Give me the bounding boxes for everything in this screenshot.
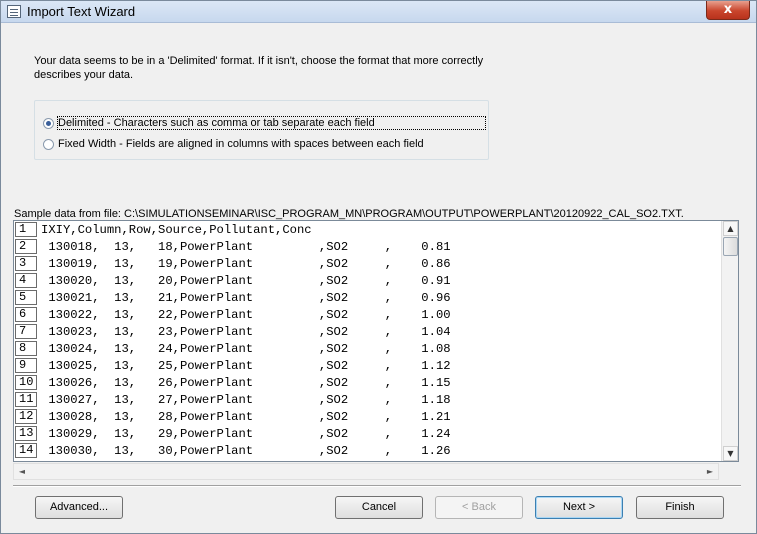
row-text: 130020, 13, 20,PowerPlant ,SO2 , 0.91 xyxy=(41,273,451,288)
row-number: 7 xyxy=(15,324,37,339)
row-number: 2 xyxy=(15,239,37,254)
preview-rows: 1 IXIY,Column,Row,Source,Pollutant,Conc 2… xyxy=(14,221,720,459)
fixed-width-label[interactable]: Fixed Width - Fields are aligned in colu… xyxy=(58,138,424,150)
scroll-up-icon[interactable]: ▲ xyxy=(723,221,738,236)
row-number: 3 xyxy=(15,256,37,271)
sample-data-label: Sample data from file: C:\SIMULATIONSEMI… xyxy=(14,208,684,220)
preview-row: 10 130026, 13, 26,PowerPlant ,SO2 , 1.15 xyxy=(14,374,720,391)
close-button[interactable]: x xyxy=(706,1,750,20)
row-text: 130027, 13, 27,PowerPlant ,SO2 , 1.18 xyxy=(41,392,451,407)
import-text-wizard-window: Import Text Wizard x Your data seems to … xyxy=(0,0,757,534)
preview-row: 6 130022, 13, 22,PowerPlant ,SO2 , 1.00 xyxy=(14,306,720,323)
preview-row: 7 130023, 13, 23,PowerPlant ,SO2 , 1.04 xyxy=(14,323,720,340)
row-text: 130024, 13, 24,PowerPlant ,SO2 , 1.08 xyxy=(41,341,451,356)
preview-row: 9 130025, 13, 25,PowerPlant ,SO2 , 1.12 xyxy=(14,357,720,374)
row-number: 5 xyxy=(15,290,37,305)
row-number: 13 xyxy=(15,426,37,441)
preview-row: 5 130021, 13, 21,PowerPlant ,SO2 , 0.96 xyxy=(14,289,720,306)
vertical-scrollbar[interactable]: ▲ ▼ xyxy=(721,221,738,461)
scroll-left-icon[interactable]: ◄ xyxy=(15,465,29,478)
app-icon xyxy=(7,5,21,18)
row-text: IXIY,Column,Row,Source,Pollutant,Conc xyxy=(41,222,312,237)
row-text: 130025, 13, 25,PowerPlant ,SO2 , 1.12 xyxy=(41,358,451,373)
title-bar[interactable]: Import Text Wizard x xyxy=(1,1,756,23)
preview-row: 12 130028, 13, 28,PowerPlant ,SO2 , 1.21 xyxy=(14,408,720,425)
preview-row: 2 130018, 13, 18,PowerPlant ,SO2 , 0.81 xyxy=(14,238,720,255)
row-text: 130022, 13, 22,PowerPlant ,SO2 , 1.00 xyxy=(41,307,451,322)
preview-row: 14 130030, 13, 30,PowerPlant ,SO2 , 1.26 xyxy=(14,442,720,459)
row-number: 1 xyxy=(15,222,37,237)
row-number: 11 xyxy=(15,392,37,407)
row-number: 9 xyxy=(15,358,37,373)
delimited-option[interactable]: Delimited - Characters such as comma or … xyxy=(43,115,486,131)
row-number: 8 xyxy=(15,341,37,356)
row-text: 130028, 13, 28,PowerPlant ,SO2 , 1.21 xyxy=(41,409,451,424)
row-text: 130019, 13, 19,PowerPlant ,SO2 , 0.86 xyxy=(41,256,451,271)
preview-row: 1 IXIY,Column,Row,Source,Pollutant,Conc xyxy=(14,221,720,238)
row-number: 4 xyxy=(15,273,37,288)
next-button[interactable]: Next > xyxy=(535,496,623,519)
row-number: 12 xyxy=(15,409,37,424)
preview-row: 4 130020, 13, 20,PowerPlant ,SO2 , 0.91 xyxy=(14,272,720,289)
format-option-group: Delimited - Characters such as comma or … xyxy=(34,100,489,160)
preview-row: 11 130027, 13, 27,PowerPlant ,SO2 , 1.18 xyxy=(14,391,720,408)
sample-data-preview[interactable]: 1 IXIY,Column,Row,Source,Pollutant,Conc 2… xyxy=(13,220,739,462)
window-title: Import Text Wizard xyxy=(27,4,136,19)
row-text: 130026, 13, 26,PowerPlant ,SO2 , 1.15 xyxy=(41,375,451,390)
scroll-thumb[interactable] xyxy=(723,237,738,256)
advanced-button[interactable]: Advanced... xyxy=(35,496,123,519)
row-number: 14 xyxy=(15,443,37,458)
row-text: 130029, 13, 29,PowerPlant ,SO2 , 1.24 xyxy=(41,426,451,441)
row-text: 130023, 13, 23,PowerPlant ,SO2 , 1.04 xyxy=(41,324,451,339)
delimited-label[interactable]: Delimited - Characters such as comma or … xyxy=(57,116,486,130)
row-number: 10 xyxy=(15,375,37,390)
preview-row: 13 130029, 13, 29,PowerPlant ,SO2 , 1.24 xyxy=(14,425,720,442)
intro-text: Your data seems to be in a 'Delimited' f… xyxy=(34,55,484,81)
row-text: 130030, 13, 30,PowerPlant ,SO2 , 1.26 xyxy=(41,443,451,458)
preview-row: 8 130024, 13, 24,PowerPlant ,SO2 , 1.08 xyxy=(14,340,720,357)
delimited-radio[interactable] xyxy=(43,117,54,129)
preview-row: 3 130019, 13, 19,PowerPlant ,SO2 , 0.86 xyxy=(14,255,720,272)
scroll-down-icon[interactable]: ▼ xyxy=(723,446,738,461)
back-button[interactable]: < Back xyxy=(435,496,523,519)
cancel-button[interactable]: Cancel xyxy=(335,496,423,519)
horizontal-scrollbar[interactable]: ◄ ► xyxy=(13,463,719,480)
row-text: 130018, 13, 18,PowerPlant ,SO2 , 0.81 xyxy=(41,239,451,254)
fixed-width-option[interactable]: Fixed Width - Fields are aligned in colu… xyxy=(43,136,424,152)
scroll-right-icon[interactable]: ► xyxy=(703,465,717,478)
finish-button[interactable]: Finish xyxy=(636,496,724,519)
row-text: 130021, 13, 21,PowerPlant ,SO2 , 0.96 xyxy=(41,290,451,305)
fixed-width-radio[interactable] xyxy=(43,138,54,150)
separator xyxy=(13,485,741,487)
row-number: 6 xyxy=(15,307,37,322)
